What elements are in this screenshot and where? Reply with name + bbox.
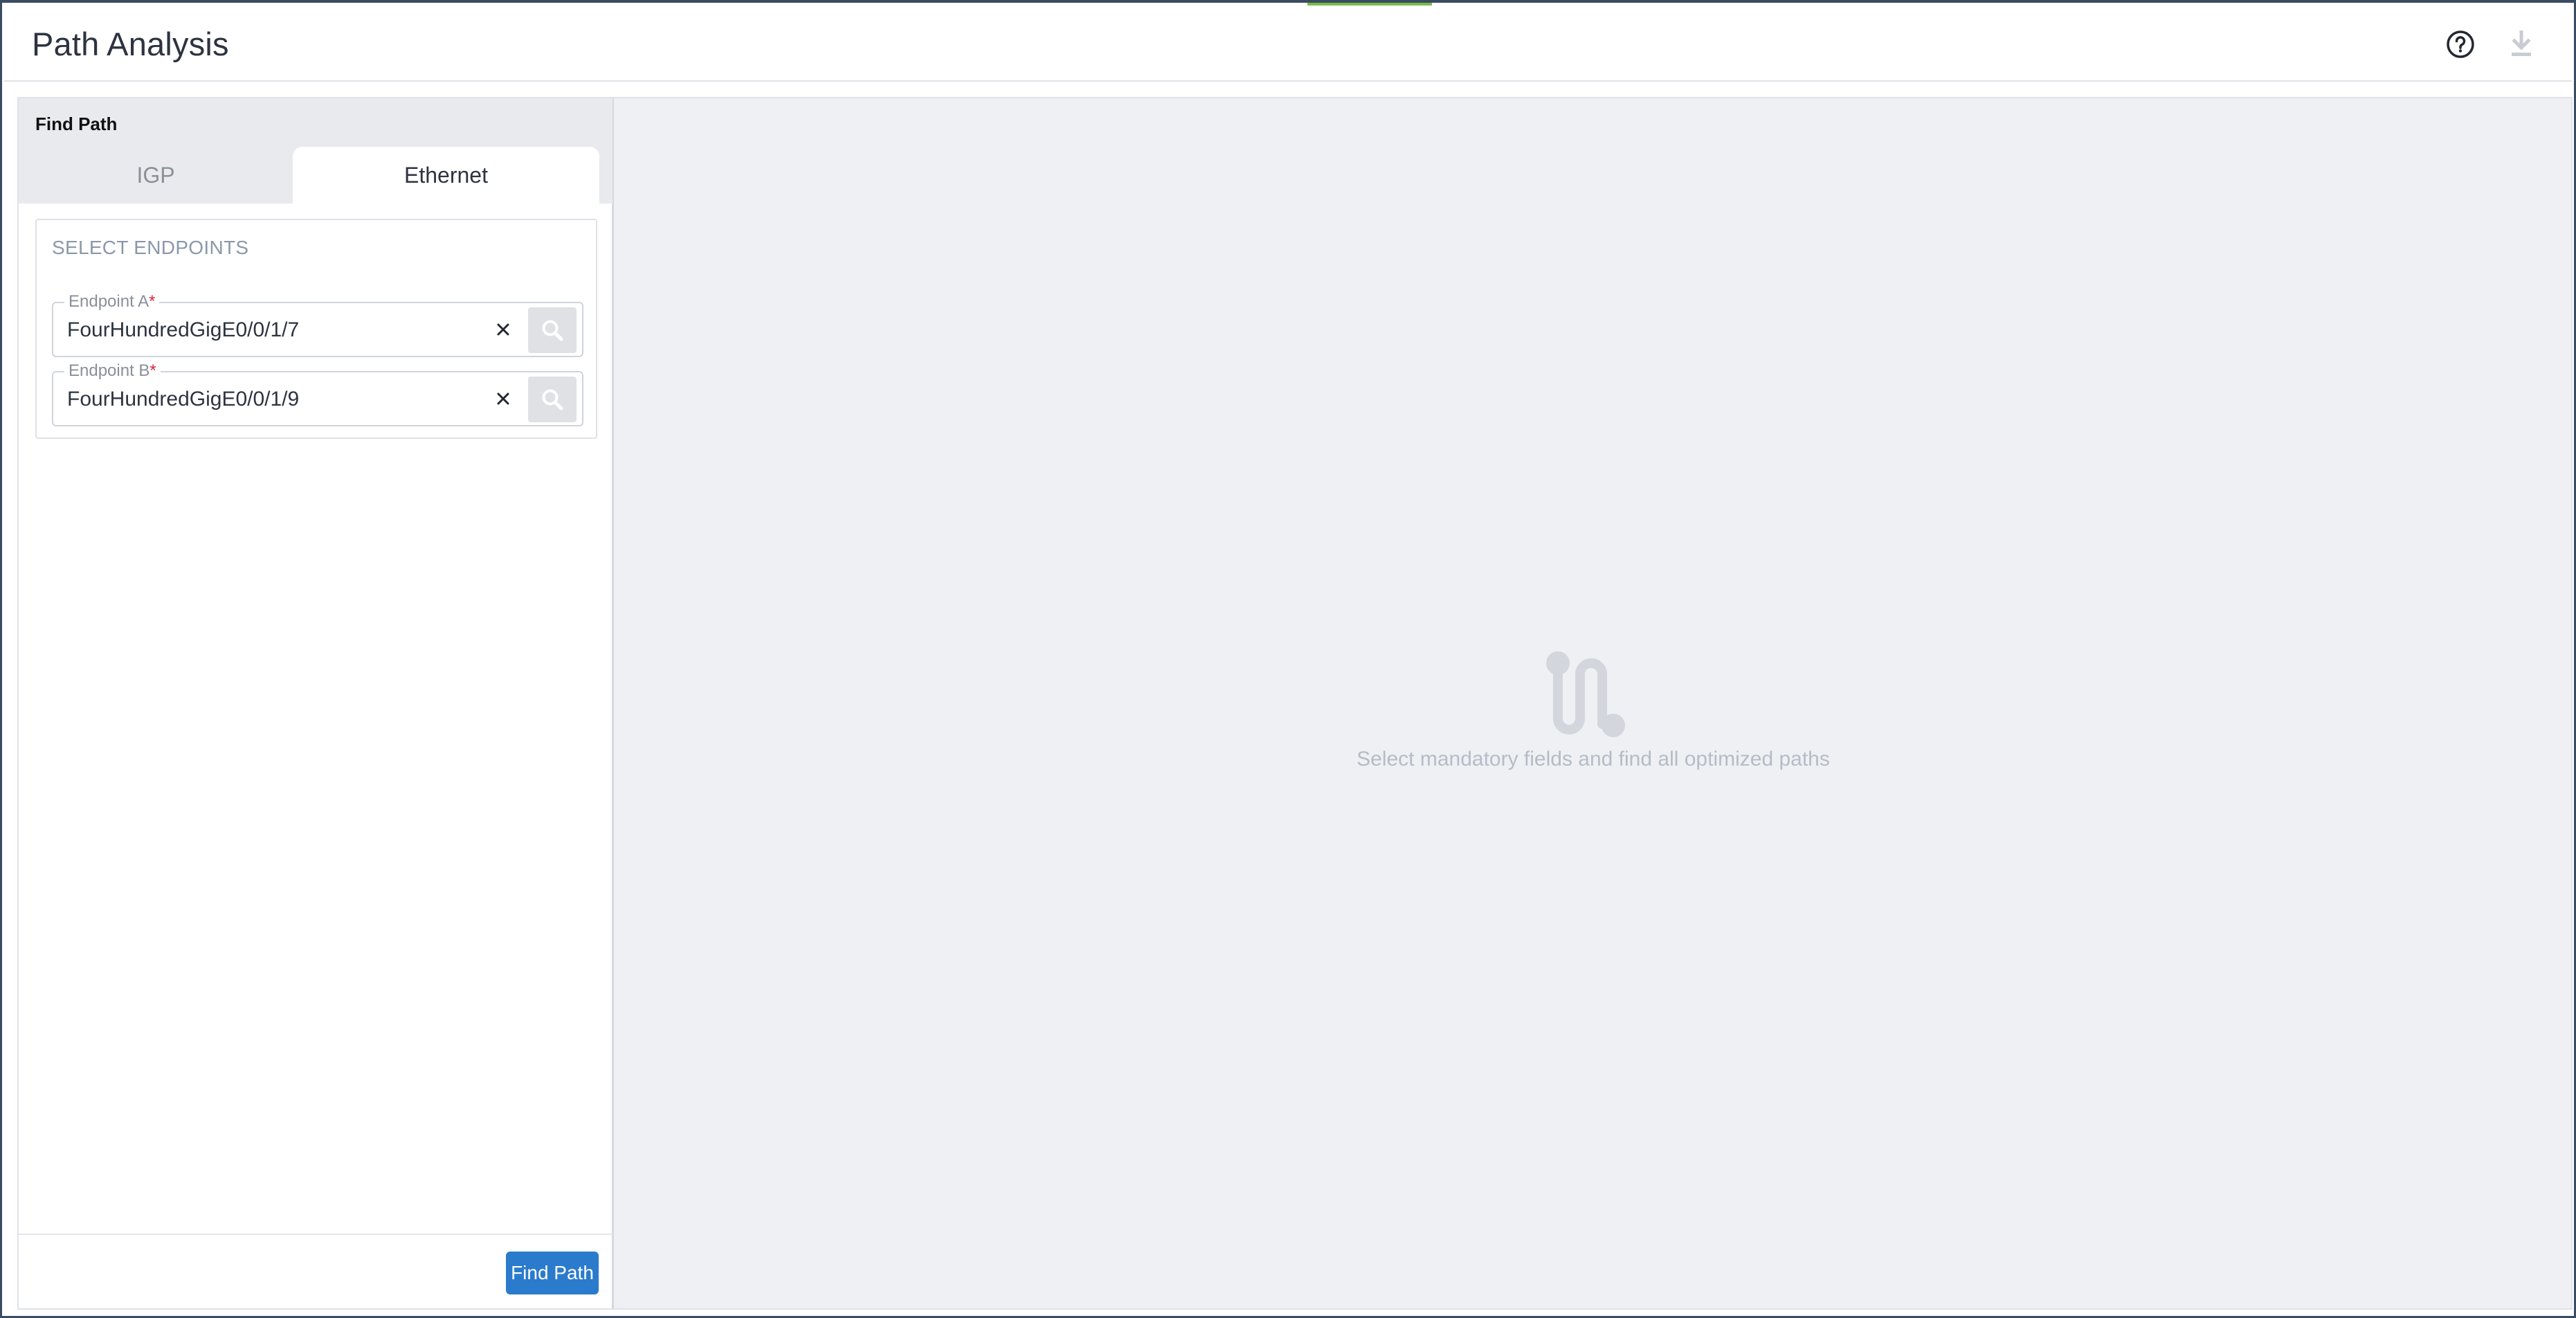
search-endpoint-a-button[interactable] [528,307,577,353]
endpoint-b-field: Endpoint B* [52,361,583,426]
endpoint-a-label-text: Endpoint A [69,292,149,311]
download-icon[interactable] [2505,28,2537,60]
endpoint-a-field: Endpoint A* [52,292,583,357]
endpoint-a-label: Endpoint A* [64,292,160,312]
endpoint-b-input[interactable] [67,386,482,413]
page-header: Path Analysis [4,6,2572,82]
app-window: Path Analysis Find Path IGP Ethernet SEL… [0,0,2576,1318]
required-mark: * [149,361,156,380]
page-title: Path Analysis [32,26,229,62]
endpoint-b-label: Endpoint B* [64,361,161,381]
clear-endpoint-a-icon[interactable] [488,314,518,345]
required-mark: * [149,292,156,311]
path-route-icon [1546,651,1625,737]
panel-title: Find Path [35,114,118,134]
empty-state-message: Select mandatory fields and find all opt… [1357,748,1830,770]
search-icon [542,389,563,410]
find-path-button[interactable]: Find Path [506,1252,599,1294]
endpoint-a-input[interactable] [67,317,482,343]
results-panel: Select mandatory fields and find all opt… [614,97,2573,1310]
clear-endpoint-b-icon[interactable] [488,383,518,414]
find-path-panel: Find Path IGP Ethernet SELECT ENDPOINTS … [17,97,614,1310]
search-endpoint-b-button[interactable] [528,377,577,422]
panel-header: Find Path IGP Ethernet [19,98,613,204]
select-endpoints-section: SELECT ENDPOINTS Endpoint A* Endpoint B* [35,219,597,439]
help-circle-icon[interactable] [2445,28,2476,60]
panel-footer-divider [19,1234,613,1235]
section-label: SELECT ENDPOINTS [52,237,249,258]
search-icon [542,320,563,341]
endpoint-b-label-text: Endpoint B [69,361,150,380]
tab-ethernet[interactable]: Ethernet [293,147,599,204]
tab-igp[interactable]: IGP [19,147,293,204]
